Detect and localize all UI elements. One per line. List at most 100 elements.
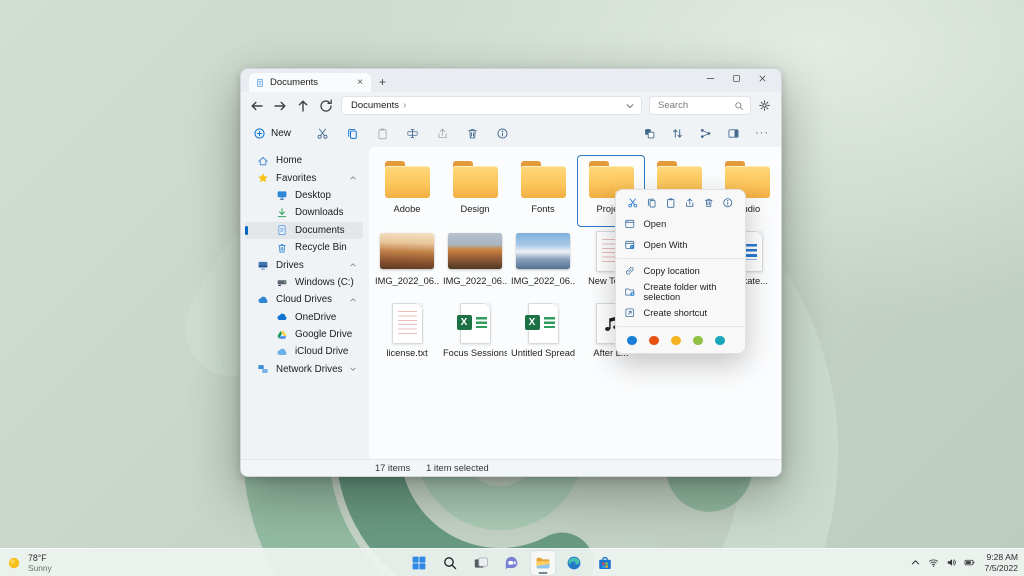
chevron-down-icon[interactable] [349,365,357,373]
refresh-button[interactable] [318,98,334,114]
info-button[interactable] [496,127,509,140]
cut-quick-action[interactable] [627,197,639,209]
sidebar-item-home[interactable]: Home [245,152,363,169]
file-item-untitled-spreads[interactable]: XUntitled Spreads... [509,299,577,371]
file-item-img-2022-06[interactable]: IMG_2022_06... [373,227,441,299]
search-input[interactable]: Search [649,96,751,115]
share-button[interactable] [436,127,449,140]
sidebar-item-onedrive[interactable]: OneDrive [245,309,363,326]
tray-chevron-up-icon[interactable] [910,557,921,568]
sidebar-item-label: Drives [276,260,304,271]
tab-documents[interactable]: Documents × [249,73,371,92]
gdrive-icon [276,329,288,341]
taskbar-app-taskview[interactable] [469,551,493,575]
sidebar-item-icloud-drive[interactable]: iCloud Drive [245,343,363,360]
group-button[interactable] [699,127,712,140]
tab-close-icon[interactable]: × [355,78,365,88]
share-quick-action[interactable] [684,197,696,209]
file-name: Focus Sessions [443,348,507,358]
settings-button[interactable] [758,99,771,112]
sidebar-item-cloud-drives[interactable]: Cloud Drives [245,291,363,308]
sidebar-item-drives[interactable]: Drives [245,256,363,273]
taskbar-app-store[interactable] [593,551,617,575]
star-icon [257,172,269,184]
layout-button[interactable] [643,127,656,140]
window-controls [697,69,775,87]
taskbar-app-explorer[interactable] [531,551,555,575]
sidebar-item-label: Network Drives [276,364,342,375]
cut-button[interactable] [316,127,329,140]
chevron-up-icon[interactable] [349,296,357,304]
file-item-fonts[interactable]: Fonts [509,155,577,227]
delete-button[interactable] [466,127,479,140]
taskbar-app-search[interactable] [438,551,462,575]
paste-quick-action[interactable] [665,197,677,209]
cloud-icon [257,294,269,306]
file-item-adobe[interactable]: Adobe [373,155,441,227]
sidebar-item-network-drives[interactable]: Network Drives [245,361,363,378]
menu-item-open-with[interactable]: Open With [616,235,745,256]
file-name: Fonts [531,204,554,214]
maximize-button[interactable] [723,69,749,87]
taskbar-app-start[interactable] [407,551,431,575]
desktop: Documents × + Documents › Sea [0,0,1024,576]
menu-item-open[interactable]: Open [616,214,745,235]
sidebar-item-recycle-bin[interactable]: Recycle Bin [245,239,363,256]
tray-wifi-icon[interactable] [928,557,939,568]
sidebar-item-favorites[interactable]: Favorites [245,169,363,186]
menu-item-create-shortcut[interactable]: Create shortcut [616,303,745,324]
close-button[interactable] [749,69,775,87]
back-button[interactable] [249,98,265,114]
sidebar-item-label: Cloud Drives [276,294,332,305]
paste-button[interactable] [376,127,389,140]
new-button-label: New [271,128,291,139]
menu-separator [617,326,744,327]
tag-color-dot[interactable] [627,336,637,346]
new-button[interactable]: New [253,127,291,140]
rename-button[interactable] [406,127,419,140]
sidebar-item-downloads[interactable]: Downloads [245,204,363,221]
breadcrumb[interactable]: Documents [351,100,399,111]
tag-color-dot[interactable] [671,336,681,346]
copy-button[interactable] [346,127,359,140]
chevron-up-icon[interactable] [349,174,357,182]
new-tab-button[interactable]: + [379,75,386,89]
sidebar-item-documents[interactable]: Documents [245,222,363,239]
menu-item-copy-location[interactable]: Copy location [616,261,745,282]
copy-quick-action[interactable] [646,197,658,209]
tag-color-dot[interactable] [693,336,703,346]
taskbar-app-edge[interactable] [562,551,586,575]
sidebar-item-desktop[interactable]: Desktop [245,187,363,204]
up-button[interactable] [295,98,311,114]
forward-button[interactable] [272,98,288,114]
sort-button[interactable] [671,127,684,140]
address-bar[interactable]: Documents › [341,96,642,115]
taskbar-app-chat[interactable] [500,551,524,575]
minimize-button[interactable] [697,69,723,87]
sidebar-item-label: iCloud Drive [295,346,348,357]
menu-item-label: Open With [644,240,688,250]
file-item-license-txt[interactable]: license.txt [373,299,441,371]
chevron-up-icon[interactable] [349,261,357,269]
tab-bar: Documents × + [241,69,781,92]
tag-color-dot[interactable] [715,336,725,346]
sidebar-item-windows-c[interactable]: Windows (C:) [245,274,363,291]
file-item-design[interactable]: Design [441,155,509,227]
delete-quick-action[interactable] [703,197,715,209]
more-options-button[interactable]: ··· [755,127,769,139]
file-item-img-2022-06[interactable]: IMG_2022_06... [509,227,577,299]
menu-item-create-folder-with-selection[interactable]: Create folder with selection [616,282,745,303]
address-dropdown-icon[interactable] [625,101,635,111]
sidebar-item-google-drive[interactable]: Google Drive [245,326,363,343]
file-item-img-2022-06[interactable]: IMG_2022_06... [441,227,509,299]
tag-color-dot[interactable] [649,336,659,346]
weather-widget[interactable]: 78°F Sunny [6,553,52,573]
tray-volume-icon[interactable] [946,557,957,568]
folder-plus-icon [624,286,636,298]
info-quick-action[interactable] [722,197,734,209]
folder-icon [453,161,498,198]
clock[interactable]: 9:28 AM 7/5/2022 [985,552,1018,573]
tray-battery-icon[interactable] [964,557,975,568]
preview-button[interactable] [727,127,740,140]
file-item-focus-sessions[interactable]: XFocus Sessions [441,299,509,371]
